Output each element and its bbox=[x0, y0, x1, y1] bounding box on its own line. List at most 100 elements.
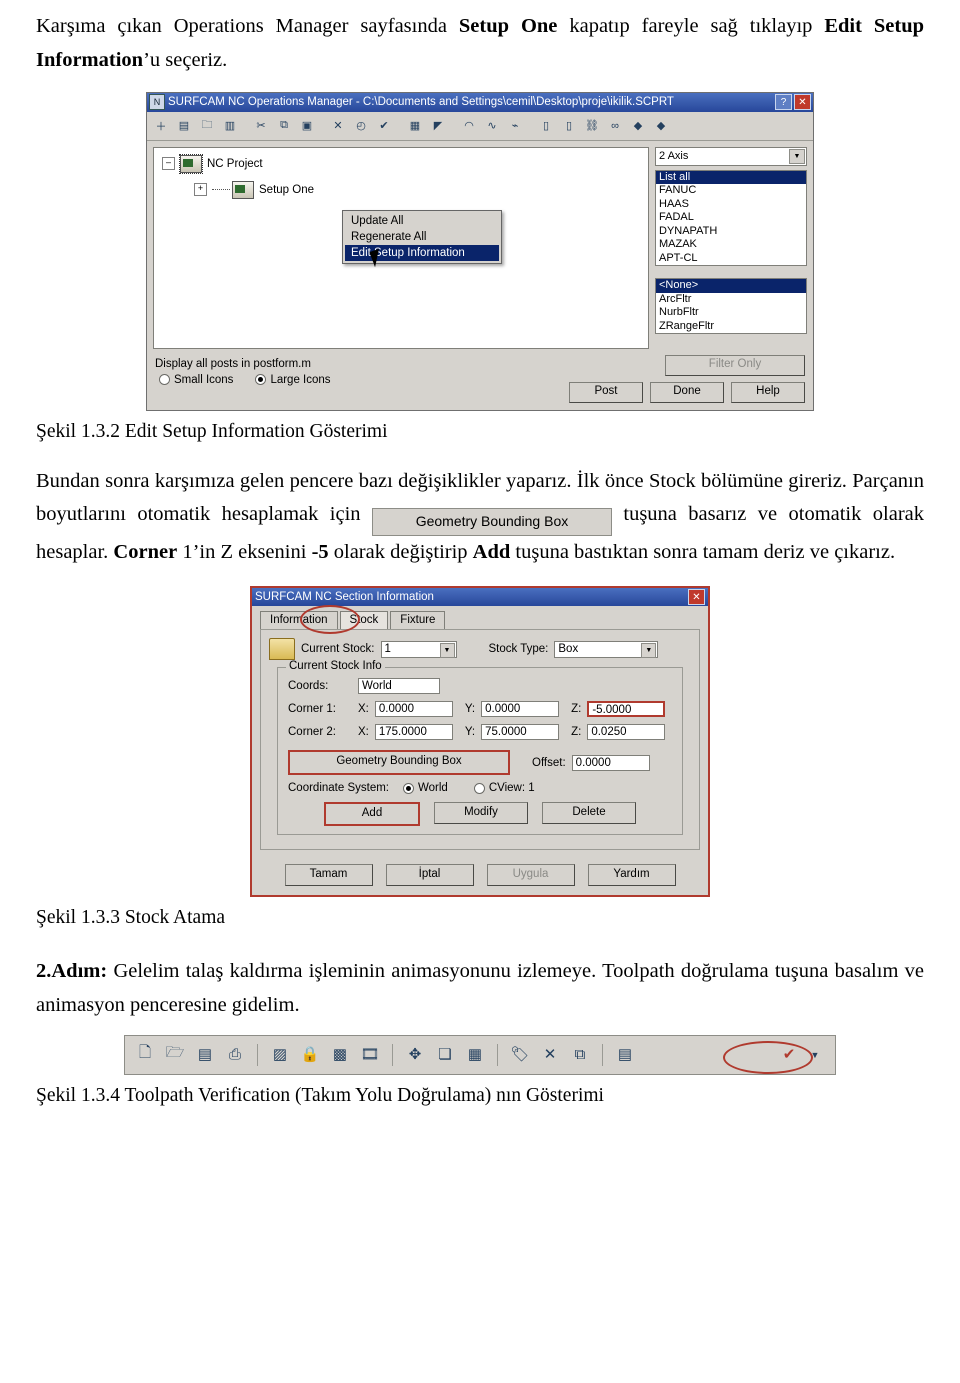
verify-check-icon[interactable]: ✔ bbox=[374, 115, 394, 136]
modify-button[interactable]: Modify bbox=[434, 802, 528, 825]
post-processor-list[interactable]: List all FANUC HAAS FADAL DYNAPATH MAZAK… bbox=[655, 169, 807, 267]
save-icon[interactable]: ▤ bbox=[193, 1043, 217, 1067]
print-icon[interactable]: ⎙ bbox=[223, 1043, 247, 1067]
add-icon[interactable]: ＋ bbox=[151, 115, 171, 136]
link-icon[interactable]: ⛓ bbox=[582, 115, 602, 136]
move-icon[interactable]: ✥ bbox=[403, 1043, 427, 1067]
post-icon[interactable]: ▨ bbox=[268, 1043, 292, 1067]
radio-world[interactable]: World bbox=[403, 782, 448, 794]
tool-icon[interactable]: ⌁ bbox=[505, 115, 525, 136]
filter-only-button[interactable]: Filter Only bbox=[665, 354, 805, 376]
radio-dot-icon[interactable] bbox=[473, 782, 485, 794]
chevron-down-icon[interactable]: ▼ bbox=[439, 642, 455, 658]
corner2-y-input[interactable]: 75.0000 bbox=[481, 724, 560, 741]
post-button[interactable]: Post bbox=[569, 381, 643, 403]
export-icon[interactable]: ▩ bbox=[328, 1043, 352, 1067]
radio-dot-icon[interactable] bbox=[159, 374, 170, 386]
arc-icon[interactable]: ◠ bbox=[459, 115, 479, 136]
context-menu-item-edit-setup-information[interactable]: Edit Setup Information bbox=[345, 244, 499, 261]
list-item[interactable]: <None> bbox=[656, 279, 806, 293]
list-item[interactable]: NurbFltr bbox=[656, 306, 806, 320]
operations-tree[interactable]: – NC Project + Setup One Update All Rege… bbox=[153, 146, 649, 349]
paste-icon[interactable]: ▣ bbox=[297, 115, 317, 136]
context-menu[interactable]: Update All Regenerate All Edit Setup Inf… bbox=[342, 209, 502, 264]
list-item[interactable]: DYNAPATH bbox=[656, 225, 806, 239]
chevron-down-icon[interactable]: ▼ bbox=[789, 148, 805, 164]
tree-row[interactable]: + Setup One bbox=[194, 180, 648, 199]
clock-icon[interactable]: ◴ bbox=[351, 115, 371, 136]
current-stock-select[interactable]: 1 ▼ bbox=[380, 640, 457, 658]
add-button[interactable]: Add bbox=[324, 802, 420, 827]
tree-row[interactable]: – NC Project bbox=[162, 153, 648, 174]
inline-geometry-bounding-box-button[interactable]: Geometry Bounding Box bbox=[371, 508, 612, 537]
list-item[interactable]: APT-CL bbox=[656, 252, 806, 266]
radio-cview[interactable]: CView: 1 bbox=[473, 782, 535, 794]
page-2-icon[interactable]: ▯ bbox=[559, 115, 579, 136]
expander-icon[interactable]: + bbox=[194, 183, 207, 197]
list-item[interactable]: HAAS bbox=[656, 198, 806, 212]
page-icon[interactable]: ▯ bbox=[536, 115, 556, 136]
diamond-red-icon[interactable]: ◆ bbox=[628, 115, 648, 136]
calculator-icon[interactable]: ▦ bbox=[405, 115, 425, 136]
corner2-x-input[interactable]: 175.0000 bbox=[374, 724, 453, 741]
radio-dot-icon[interactable] bbox=[255, 374, 267, 386]
cut-icon[interactable]: ✂ bbox=[251, 115, 271, 136]
geometry-bounding-box-button[interactable]: Geometry Bounding Box bbox=[288, 750, 510, 776]
new-file-icon[interactable]: 🗋 bbox=[133, 1043, 157, 1067]
tab-fixture[interactable]: Fixture bbox=[390, 611, 446, 630]
open-folder-icon[interactable]: 🗁 bbox=[163, 1043, 187, 1067]
spline-icon[interactable]: ∿ bbox=[482, 115, 502, 136]
new-file-icon[interactable]: ▤ bbox=[174, 115, 194, 136]
expander-icon[interactable]: – bbox=[162, 157, 175, 171]
help-button[interactable]: Yardım bbox=[587, 864, 676, 887]
chain-icon[interactable]: ∞ bbox=[605, 115, 625, 136]
corner1-x-input[interactable]: 0.0000 bbox=[374, 701, 453, 718]
list-item[interactable]: MAZAK bbox=[656, 238, 806, 252]
delete-x-icon[interactable]: ✕ bbox=[328, 115, 348, 136]
chevron-down-icon[interactable]: ▼ bbox=[641, 642, 657, 658]
coords-value[interactable]: World bbox=[358, 678, 440, 695]
delete-button[interactable]: Delete bbox=[542, 802, 636, 825]
offset-input[interactable]: 0.0000 bbox=[571, 754, 650, 771]
radio-dot-icon[interactable] bbox=[403, 782, 414, 794]
cone-icon[interactable]: ◤ bbox=[428, 115, 448, 136]
layout-icon[interactable]: ▦ bbox=[463, 1043, 487, 1067]
context-menu-item-update-all[interactable]: Update All bbox=[345, 213, 499, 229]
apply-button[interactable]: Uygula bbox=[486, 864, 575, 887]
window-icon[interactable]: ❏ bbox=[433, 1043, 457, 1067]
list-item[interactable]: FANUC bbox=[656, 184, 806, 198]
filter-list[interactable]: <None> ArcFltr NurbFltr ZRangeFltr bbox=[655, 278, 807, 335]
axis-select[interactable]: 2 Axis ▼ bbox=[655, 146, 807, 166]
list-item[interactable]: ZRangeFltr bbox=[656, 320, 806, 334]
copy-icon[interactable]: ⧉ bbox=[274, 115, 294, 136]
list-item[interactable]: FADAL bbox=[656, 211, 806, 225]
close-icon[interactable]: ✕ bbox=[794, 94, 811, 111]
folder-icon[interactable] bbox=[269, 638, 295, 661]
stock-type-select[interactable]: Box ▼ bbox=[554, 640, 659, 658]
cancel-button[interactable]: İptal bbox=[385, 864, 474, 887]
corner1-z-input[interactable]: -5.0000 bbox=[587, 701, 666, 718]
radio-small-icons[interactable]: Small Icons bbox=[159, 374, 233, 386]
diamond-green-icon[interactable]: ◆ bbox=[651, 115, 671, 136]
help-titlebar-button[interactable]: ? bbox=[775, 94, 792, 111]
copy-icon[interactable]: ⧉ bbox=[568, 1043, 592, 1067]
corner2-z-input[interactable]: 0.0250 bbox=[587, 724, 666, 741]
p2-bold-minus5: -5 bbox=[311, 541, 329, 564]
done-button[interactable]: Done bbox=[650, 381, 724, 403]
film-icon[interactable]: 🎞 bbox=[358, 1043, 382, 1067]
corner1-y-input[interactable]: 0.0000 bbox=[481, 701, 560, 718]
window-titlebar: N SURFCAM NC Operations Manager - C:\Doc… bbox=[147, 92, 813, 112]
lock-icon[interactable]: 🔒 bbox=[298, 1043, 322, 1067]
list-item[interactable]: ArcFltr bbox=[656, 293, 806, 307]
open-folder-icon[interactable]: 🗀 bbox=[197, 115, 217, 136]
radio-large-icons[interactable]: Large Icons bbox=[255, 374, 331, 386]
close-icon[interactable]: ✕ bbox=[688, 589, 705, 606]
ok-button[interactable]: Tamam bbox=[284, 864, 373, 887]
help-button[interactable]: Help bbox=[731, 381, 805, 403]
context-menu-item-regenerate-all[interactable]: Regenerate All bbox=[345, 229, 499, 245]
table-icon[interactable]: ▤ bbox=[613, 1043, 637, 1067]
list-item[interactable]: List all bbox=[656, 170, 806, 185]
tag-icon[interactable]: 🏷 bbox=[508, 1043, 532, 1067]
save-icon[interactable]: ▥ bbox=[220, 115, 240, 136]
delete-x-icon[interactable]: ✕ bbox=[538, 1043, 562, 1067]
